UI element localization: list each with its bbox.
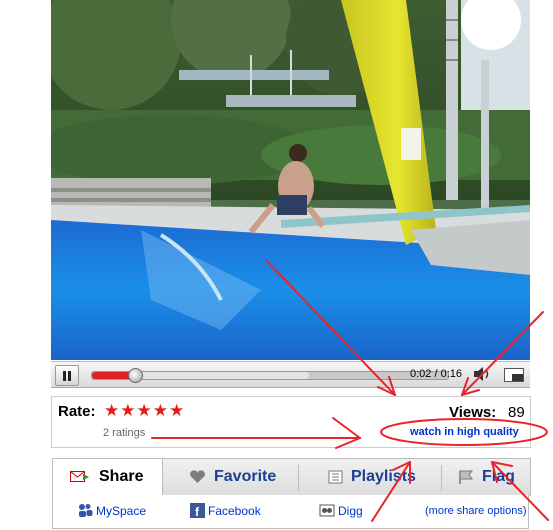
share-options-row: MySpace f Facebook Digg (more share opti… [52, 495, 529, 529]
watch-high-quality-link[interactable]: watch in high quality [410, 426, 519, 438]
share-envelope-icon [70, 470, 89, 484]
share-digg-link[interactable]: Digg [338, 504, 363, 518]
more-share-options-link[interactable]: (more share options) [425, 505, 527, 517]
tab-share-label: Share [99, 468, 144, 485]
action-tabs: Share Favorite Playlists Flag [52, 458, 531, 497]
tab-favorite[interactable]: Favorite [163, 459, 298, 496]
tab-flag[interactable]: Flag [442, 459, 530, 496]
ratings-count: 2 ratings [103, 427, 146, 439]
pause-button[interactable] [55, 365, 79, 386]
rating-star-icon[interactable]: ★ [169, 401, 184, 420]
views-count: 89 [508, 404, 525, 421]
tab-share[interactable]: Share [53, 459, 163, 497]
rating-star-icon[interactable]: ★ [104, 401, 119, 420]
window-size-icon[interactable] [502, 365, 524, 383]
views-label: Views: [449, 404, 497, 421]
share-facebook-link[interactable]: Facebook [208, 504, 261, 518]
volume-icon[interactable] [471, 365, 493, 383]
seek-handle[interactable] [127, 368, 143, 383]
facebook-icon: f [190, 503, 205, 519]
tab-flag-label: Flag [482, 468, 515, 485]
tab-playlists[interactable]: Playlists [299, 459, 441, 496]
player-controls: 0:02 / 0:16 [51, 361, 530, 388]
star-rating[interactable]: ★★★★★ [104, 401, 185, 421]
heart-icon [189, 470, 206, 484]
tab-playlists-label: Playlists [351, 468, 416, 485]
myspace-icon [78, 503, 93, 518]
rating-star-icon[interactable]: ★ [153, 401, 168, 420]
video-scene [51, 0, 530, 360]
rating-star-icon[interactable]: ★ [120, 401, 135, 420]
share-myspace-link[interactable]: MySpace [96, 504, 146, 518]
tab-favorite-label: Favorite [214, 468, 277, 485]
rating-star-icon[interactable]: ★ [137, 401, 152, 420]
time-display: 0:02 / 0:16 [410, 368, 462, 380]
flag-icon [458, 470, 475, 484]
video-page: 0:02 / 0:16 Rate: ★★★★★ 2 ratings Views:… [0, 0, 553, 530]
rating-panel: Rate: ★★★★★ 2 ratings Views: 89 watch in… [51, 396, 531, 448]
video-frame[interactable] [51, 0, 530, 360]
rate-label: Rate: [58, 403, 96, 420]
playlist-icon [328, 470, 345, 484]
seek-bar[interactable] [91, 368, 449, 383]
digg-icon [319, 503, 335, 518]
